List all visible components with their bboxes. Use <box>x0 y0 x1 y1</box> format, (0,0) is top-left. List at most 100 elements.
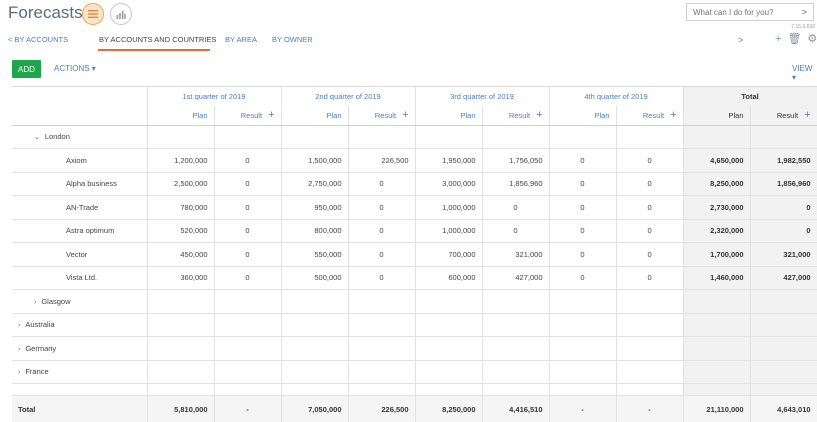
row-label[interactable]: Alpha business <box>12 172 148 196</box>
add-column-icon[interactable]: + <box>536 109 542 121</box>
add-column-icon[interactable]: + <box>402 109 408 121</box>
row-name: Alpha business <box>66 179 117 189</box>
row-name: Axiom <box>66 155 87 165</box>
tab-by-area[interactable]: BY AREA <box>225 35 257 44</box>
value-cell: 0 <box>549 172 617 196</box>
value-cell: 226,500 <box>348 148 416 173</box>
value-cell: 1,000,000 <box>415 195 483 220</box>
table-row[interactable]: › Germany <box>12 336 817 361</box>
grand-total-cell: 8,250,000 <box>415 395 483 422</box>
value-cell: 500,000 <box>281 266 349 290</box>
result-column-header[interactable]: Result + <box>348 106 416 126</box>
table-row[interactable]: Vector 450,000 0 550,000 0 700,000 321,000 0 0 1,… <box>12 242 817 267</box>
row-label[interactable]: AN-Trade <box>12 195 148 220</box>
view-menu[interactable]: VIEW ▾ <box>792 64 817 82</box>
row-label[interactable]: Axiom <box>12 148 148 173</box>
table-row[interactable]: › Australia <box>12 313 817 337</box>
plan-column-header[interactable]: Plan <box>281 106 349 126</box>
command-search-input[interactable] <box>693 7 793 17</box>
plan-column-header[interactable]: Plan <box>549 106 617 126</box>
tab-by-accounts-and-countries[interactable]: BY ACCOUNTS AND COUNTRIES <box>99 35 216 44</box>
value-cell <box>482 360 550 384</box>
actions-menu[interactable]: ACTIONS ▾ <box>54 64 96 73</box>
value-cell <box>549 336 617 361</box>
total-cell: 4,650,000 <box>683 148 751 173</box>
plan-column-header[interactable]: Plan <box>415 106 483 126</box>
row-name: Astra optimum <box>66 226 115 236</box>
row-name: France <box>25 367 49 377</box>
value-cell <box>482 125 550 149</box>
chevron-right-icon[interactable]: › <box>18 369 20 376</box>
add-icon[interactable]: + <box>775 33 781 45</box>
list-view-button[interactable] <box>82 3 104 25</box>
value-cell <box>214 313 282 337</box>
total-cell <box>750 313 817 337</box>
add-column-icon[interactable]: + <box>804 109 810 121</box>
row-label[interactable]: › Australia <box>12 313 148 337</box>
chevron-down-icon[interactable]: ⌄ <box>34 133 40 141</box>
value-cell <box>482 313 550 337</box>
row-label[interactable]: ⌄ London <box>12 125 148 149</box>
row-label[interactable]: Astra optimum <box>12 219 148 243</box>
result-column-header[interactable]: Result + <box>214 106 282 126</box>
chevron-right-icon[interactable]: › <box>18 322 20 329</box>
spacer-cell <box>616 383 684 396</box>
spacer-cell <box>281 383 349 396</box>
value-cell: 0 <box>616 195 684 220</box>
value-cell: 0 <box>549 195 617 220</box>
trash-icon[interactable]: 🗑 <box>787 33 801 45</box>
page-title: Forecasts <box>8 3 83 22</box>
table-row[interactable]: › Glasgow <box>12 289 817 314</box>
value-cell <box>281 313 349 337</box>
table-row[interactable]: Axiom 1,200,000 0 1,500,000 226,500 1,950,000… <box>12 148 817 173</box>
grand-total-row: Total 5,810,000-7,050,000 226,500 8,250,000… <box>12 395 817 422</box>
value-cell: 0 <box>348 242 416 267</box>
value-cell: 0 <box>348 195 416 220</box>
value-cell <box>415 289 483 314</box>
result-label: Result <box>240 111 263 121</box>
add-column-icon[interactable]: + <box>670 109 676 121</box>
value-cell: 1,756,050 <box>482 148 550 173</box>
quarter-header: 1st quarter of 2019 <box>147 87 282 106</box>
table-row[interactable]: Astra optimum 520,000 0 800,000 0 1,000,000 0 0… <box>12 219 817 243</box>
chevron-right-icon[interactable]: > <box>802 7 807 17</box>
plan-column-header[interactable]: Plan <box>147 106 215 126</box>
tab-by-owner[interactable]: BY OWNER <box>272 35 313 44</box>
value-cell: 2,750,000 <box>281 172 349 196</box>
value-cell <box>415 125 483 149</box>
chevron-right-icon[interactable]: › <box>18 346 20 353</box>
row-label[interactable]: › Glasgow <box>12 289 148 314</box>
value-cell: 427,000 <box>482 266 550 290</box>
result-column-header[interactable]: Result + <box>750 106 817 126</box>
tab-by-accounts[interactable]: < BY ACCOUNTS <box>8 35 68 44</box>
row-label[interactable]: Vista Ltd. <box>12 266 148 290</box>
total-cell: 427,000 <box>750 266 817 290</box>
row-label[interactable]: › Germany <box>12 336 148 361</box>
result-column-header[interactable]: Result + <box>616 106 684 126</box>
table-row[interactable]: AN-Trade 780,000 0 950,000 0 1,000,000 0 0 0 2,73… <box>12 195 817 220</box>
table-row[interactable]: › France <box>12 360 817 384</box>
table-row[interactable]: ⌄ London <box>12 125 817 149</box>
spacer-cell <box>750 383 817 396</box>
value-cell <box>281 125 349 149</box>
table-row[interactable]: Alpha business 2,500,000 0 2,750,000 0 3,000,… <box>12 172 817 196</box>
table-row[interactable]: Vista Ltd. 360,000 0 500,000 0 600,000 427,000… <box>12 266 817 290</box>
row-label[interactable]: Vector <box>12 242 148 267</box>
spacer-cell <box>214 383 282 396</box>
add-button[interactable]: ADD <box>12 60 41 78</box>
add-column-icon[interactable]: + <box>268 109 274 121</box>
command-search-box[interactable]: > <box>686 3 814 21</box>
value-cell: 0 <box>616 242 684 267</box>
chevron-right-icon[interactable]: > <box>738 35 743 45</box>
value-cell: 1,950,000 <box>415 148 483 173</box>
plan-column-header[interactable]: Plan <box>683 106 751 126</box>
value-cell <box>348 313 416 337</box>
value-cell: 1,500,000 <box>281 148 349 173</box>
result-column-header[interactable]: Result + <box>482 106 550 126</box>
quarter-header: 2nd quarter of 2019 <box>281 87 416 106</box>
chart-view-button[interactable] <box>110 3 132 25</box>
row-label[interactable]: › France <box>12 360 148 384</box>
chevron-right-icon[interactable]: › <box>34 299 36 306</box>
gear-icon[interactable]: ⚙ <box>807 33 817 45</box>
value-cell <box>616 336 684 361</box>
